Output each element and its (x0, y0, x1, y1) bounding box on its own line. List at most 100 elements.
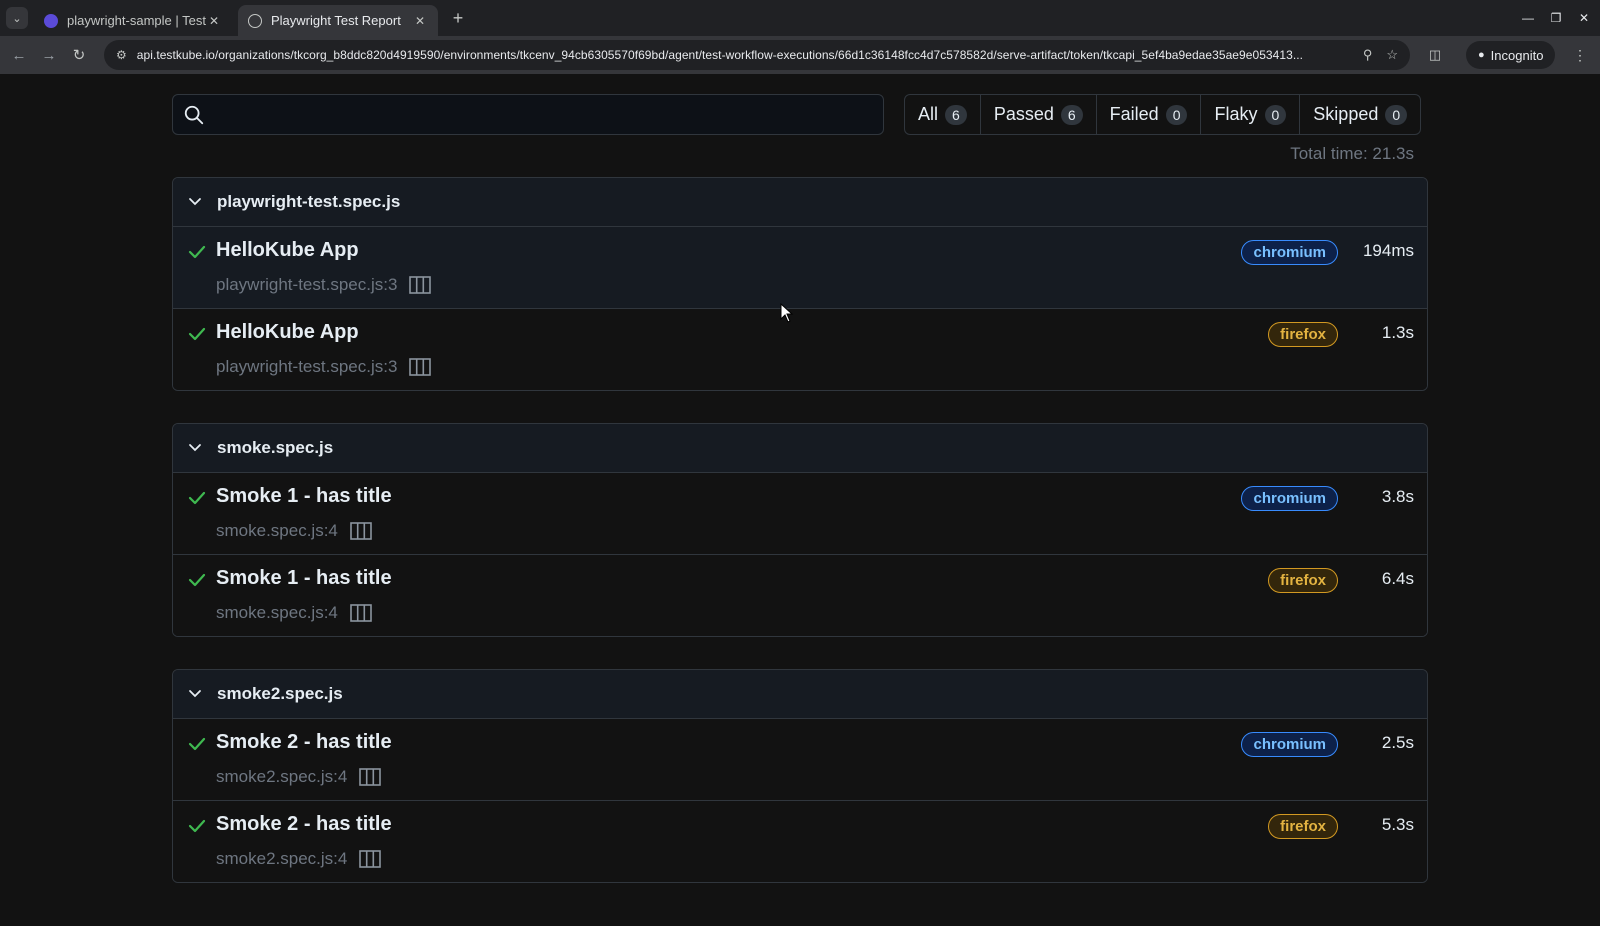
file-group-header[interactable]: playwright-test.spec.js (173, 178, 1427, 227)
test-location-text: smoke.spec.js:4 (216, 603, 338, 622)
filter-passed[interactable]: Passed 6 (981, 95, 1097, 134)
check-icon (188, 737, 206, 751)
trace-icon[interactable] (350, 604, 372, 622)
project-badge[interactable]: firefox (1268, 322, 1338, 347)
plus-icon: + (452, 7, 464, 28)
reload-button[interactable]: ↻ (68, 44, 90, 66)
mouse-pointer-icon (780, 303, 794, 323)
test-duration: 6.4s (1381, 569, 1414, 588)
test-duration: 5.3s (1381, 815, 1414, 834)
browser-tab-testkube[interactable]: playwright-sample | Testkube ✕ (34, 5, 232, 36)
test-location: smoke.spec.js:4 (216, 521, 372, 541)
check-icon (188, 245, 206, 259)
test-location-text: playwright-test.spec.js:3 (216, 357, 398, 376)
search-input[interactable] (205, 95, 883, 134)
test-row[interactable]: Smoke 1 - has title smoke.spec.js:4 chro… (173, 473, 1427, 555)
filter-skipped[interactable]: Skipped 0 (1300, 95, 1420, 134)
project-badge[interactable]: chromium (1241, 732, 1338, 757)
zoom-icon[interactable]: ⚲ (1363, 47, 1373, 63)
test-location-text: playwright-test.spec.js:3 (216, 275, 398, 294)
file-group: smoke2.spec.js Smoke 2 - has title smoke… (172, 669, 1428, 883)
close-window-button[interactable]: ✕ (1574, 8, 1594, 28)
test-location: playwright-test.spec.js:3 (216, 275, 432, 295)
minimize-button[interactable]: — (1518, 8, 1538, 28)
test-title[interactable]: Smoke 2 - has title (216, 813, 392, 836)
test-title[interactable]: Smoke 1 - has title (216, 485, 392, 508)
back-button[interactable]: ← (8, 44, 30, 66)
test-duration: 1.3s (1381, 323, 1414, 342)
chevron-down-icon (189, 198, 201, 206)
search-icon (184, 105, 204, 124)
file-group-header[interactable]: smoke.spec.js (173, 424, 1427, 473)
search-box[interactable] (172, 94, 884, 135)
check-icon (188, 819, 206, 833)
test-duration: 194ms (1362, 241, 1414, 260)
file-group-header[interactable]: smoke2.spec.js (173, 670, 1427, 719)
test-row[interactable]: Smoke 2 - has title smoke2.spec.js:4 fir… (173, 801, 1427, 882)
restore-icon: ❐ (1550, 11, 1562, 25)
close-icon[interactable]: ✕ (412, 14, 428, 28)
filter-flaky[interactable]: Flaky 0 (1201, 95, 1301, 134)
test-location-text: smoke2.spec.js:4 (216, 767, 348, 786)
trace-icon[interactable] (409, 276, 432, 294)
trace-icon[interactable] (359, 850, 382, 868)
filter-count: 6 (1060, 104, 1083, 125)
total-time: Total time: 21.3s (1290, 144, 1414, 163)
browser-menu-button[interactable]: ⋮ (1570, 44, 1590, 66)
filter-count: 0 (1165, 104, 1188, 125)
bookmark-star-icon[interactable]: ☆ (1386, 47, 1398, 63)
project-badge[interactable]: chromium (1241, 240, 1338, 265)
trace-icon[interactable] (409, 358, 432, 376)
project-badge[interactable]: firefox (1268, 568, 1338, 593)
site-info-icon[interactable]: ⚙ (116, 48, 127, 62)
forward-button[interactable]: → (38, 44, 60, 66)
url-text[interactable]: api.testkube.io/organizations/tkcorg_b8d… (137, 48, 1349, 62)
minimize-icon: — (1522, 11, 1534, 25)
tab-title: playwright-sample | Testkube (67, 13, 206, 28)
address-bar[interactable]: ⚙ api.testkube.io/organizations/tkcorg_b… (104, 40, 1410, 70)
browser-tab-report[interactable]: Playwright Test Report ✕ (238, 5, 438, 36)
filter-all[interactable]: All 6 (905, 95, 981, 134)
test-row[interactable]: Smoke 1 - has title smoke.spec.js:4 fire… (173, 555, 1427, 636)
new-tab-button[interactable]: + (446, 6, 470, 30)
arrow-right-icon: → (41, 46, 57, 64)
filter-count: 0 (1385, 104, 1408, 125)
incognito-icon: ● (1478, 49, 1485, 61)
report-page: All 6 Passed 6 Failed 0 Flaky 0 Skipped 0 Tot… (0, 74, 1600, 926)
restore-button[interactable]: ❐ (1546, 8, 1566, 28)
file-group: smoke.spec.js Smoke 1 - has title smoke.… (172, 423, 1428, 637)
trace-icon[interactable] (350, 522, 372, 540)
project-badge[interactable]: firefox (1268, 814, 1338, 839)
incognito-indicator[interactable]: ● Incognito (1466, 41, 1556, 69)
file-name: playwright-test.spec.js (217, 192, 401, 211)
check-icon (188, 491, 206, 505)
close-icon: ✕ (1578, 11, 1590, 25)
chevron-down-icon (189, 690, 201, 698)
test-duration: 2.5s (1381, 733, 1414, 752)
incognito-label: Incognito (1490, 47, 1544, 63)
browser-tab-bar: ⌄ playwright-sample | Testkube ✕ Playwri… (0, 0, 1600, 36)
test-title[interactable]: Smoke 1 - has title (216, 567, 392, 590)
arrow-left-icon: ← (11, 46, 27, 64)
puzzle-icon: ◫ (1428, 47, 1442, 62)
test-row[interactable]: HelloKube App playwright-test.spec.js:3 … (173, 309, 1427, 390)
tab-search-button[interactable]: ⌄ (6, 7, 28, 29)
filter-label: Skipped (1313, 104, 1379, 124)
extensions-button[interactable]: ◫ (1424, 44, 1446, 66)
chevron-down-icon (189, 444, 201, 452)
tab-title: Playwright Test Report (271, 13, 401, 28)
testkube-favicon-icon (44, 13, 58, 28)
test-title[interactable]: Smoke 2 - has title (216, 731, 392, 754)
test-location: smoke.spec.js:4 (216, 603, 372, 623)
test-row[interactable]: HelloKube App playwright-test.spec.js:3 … (173, 227, 1427, 309)
file-name: smoke.spec.js (217, 438, 334, 457)
test-title[interactable]: HelloKube App (216, 239, 359, 262)
trace-icon[interactable] (359, 768, 382, 786)
test-title[interactable]: HelloKube App (216, 321, 359, 344)
filter-failed[interactable]: Failed 0 (1097, 95, 1202, 134)
more-vertical-icon: ⋮ (1573, 46, 1587, 63)
close-icon[interactable]: ✕ (206, 14, 222, 28)
project-badge[interactable]: chromium (1241, 486, 1338, 511)
test-row[interactable]: Smoke 2 - has title smoke2.spec.js:4 chr… (173, 719, 1427, 801)
filter-label: Flaky (1214, 104, 1258, 124)
